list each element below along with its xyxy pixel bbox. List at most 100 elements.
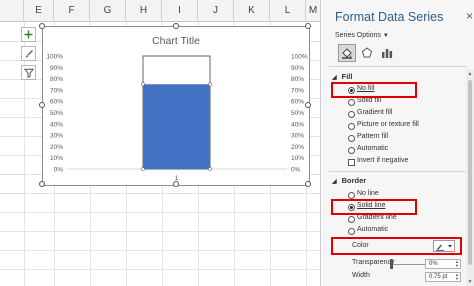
option-gradient-line[interactable]: Gradient line [357,214,397,221]
scroll-down-icon[interactable]: ▼ [466,278,474,286]
brush-icon [25,49,33,57]
resize-handle[interactable] [39,23,45,29]
radio-gradient-line[interactable] [348,216,355,223]
column-header[interactable]: M [306,0,320,22]
option-no-line[interactable]: No line [357,190,379,197]
pane-title: Format Data Series [335,10,444,24]
resize-handle[interactable] [173,181,179,187]
option-automatic-line[interactable]: Automatic [357,226,388,233]
spinner-arrows-icon[interactable]: ▲ ▼ [455,260,459,268]
left-axis-tick-label[interactable]: 40% [50,121,63,128]
column-header[interactable]: L [270,0,306,22]
data-bar[interactable] [143,84,210,169]
column-header[interactable]: H [126,0,162,22]
left-axis-tick-label[interactable]: 20% [50,144,63,151]
scroll-up-icon[interactable]: ▲ [466,70,474,78]
divider [329,171,467,172]
width-spinner[interactable]: 0.75 pt ▲ ▼ [425,272,461,282]
column-header[interactable]: G [90,0,126,22]
option-automatic-fill[interactable]: Automatic [357,145,388,152]
column-gridline [24,22,25,286]
spinner-arrows-icon[interactable]: ▲ ▼ [455,273,459,281]
plus-icon [24,30,33,39]
resize-handle[interactable] [39,181,45,187]
option-solid-fill[interactable]: Solid fill [357,97,381,104]
radio-pattern-fill[interactable] [348,135,355,142]
chart-elements-button[interactable] [21,27,36,42]
transparency-slider-thumb[interactable] [390,259,393,269]
left-axis-tick-label[interactable]: 80% [50,76,63,83]
option-no-fill[interactable]: No fill [357,85,375,92]
collapse-icon: ◢ [332,75,337,81]
selection-handle[interactable] [141,82,145,87]
series-options-icon [382,49,393,58]
radio-solid-fill[interactable] [348,99,355,106]
column-header[interactable]: E [24,0,54,22]
radio-no-fill[interactable] [348,87,355,94]
pane-scrollbar[interactable]: ▲ ▼ [466,70,474,286]
left-axis-tick-label[interactable]: 10% [50,155,63,162]
right-axis-tick-label[interactable]: 80% [291,76,304,83]
resize-handle[interactable] [305,23,311,29]
color-picker-button[interactable] [433,240,455,252]
right-axis-tick-label[interactable]: 40% [291,121,304,128]
resize-handle[interactable] [39,102,45,108]
right-axis-tick-label[interactable]: 20% [291,144,304,151]
scroll-thumb[interactable] [468,80,472,265]
fill-section-header[interactable]: ◢ Fill [332,72,352,81]
transparency-spinner[interactable]: 0% ▲ ▼ [425,259,461,269]
right-axis-tick-label[interactable]: 50% [291,110,304,117]
right-axis-tick-label[interactable]: 70% [291,87,304,94]
resize-handle[interactable] [305,181,311,187]
option-pattern-fill[interactable]: Pattern fill [357,133,388,140]
radio-no-line[interactable] [348,192,355,199]
invert-if-negative-label[interactable]: Invert if negative [357,157,408,164]
option-picture-fill[interactable]: Picture or texture fill [357,121,419,128]
series-options-label: Series Options [335,32,381,39]
radio-solid-line[interactable] [348,204,355,211]
close-icon[interactable]: × [466,9,473,23]
left-axis-tick-label[interactable]: 30% [50,133,63,140]
selection-handle[interactable] [141,167,145,171]
left-axis-tick-label[interactable]: 50% [50,110,63,117]
right-axis-tick-label[interactable]: 90% [291,65,304,72]
right-axis-tick-label[interactable]: 10% [291,155,304,162]
option-solid-line[interactable]: Solid line [357,202,385,209]
right-axis-tick-label[interactable]: 60% [291,99,304,106]
corner-cell[interactable] [0,0,24,22]
fill-line-tab[interactable] [338,44,356,62]
radio-automatic-line[interactable] [348,228,355,235]
radio-gradient-fill[interactable] [348,111,355,118]
effects-tab[interactable] [358,44,376,62]
chart-area[interactable]: Chart Title 0% 10% 20% 30% 40% 50% 60% 70% 80% 90… [39,23,311,187]
resize-handle[interactable] [173,23,179,29]
option-gradient-fill[interactable]: Gradient fill [357,109,392,116]
border-section-header[interactable]: ◢ Border [332,176,366,185]
chart-styles-button[interactable] [21,46,36,61]
left-axis-tick-label[interactable]: 0% [54,167,64,174]
chart-plot[interactable]: 0% 10% 20% 30% 40% 50% 60% 70% 80% 90% 100% 0% 10% 20… [43,27,311,187]
resize-handle[interactable] [305,102,311,108]
right-axis-tick-label[interactable]: 100% [291,54,308,61]
radio-picture-fill[interactable] [348,123,355,130]
chart-filters-button[interactable] [21,65,36,80]
selection-handle[interactable] [208,167,212,171]
pen-color-icon [436,244,452,251]
column-header[interactable]: J [198,0,234,22]
transparency-slider-track[interactable] [391,264,425,265]
radio-automatic-fill[interactable] [348,147,355,154]
left-axis-tick-label[interactable]: 60% [50,99,63,106]
series-options-dropdown[interactable]: Series Options ▼ [335,32,389,39]
left-axis-tick-label[interactable]: 100% [46,54,63,61]
column-header[interactable]: I [162,0,198,22]
invert-if-negative-checkbox[interactable] [348,159,355,166]
left-axis-tick-label[interactable]: 90% [50,65,63,72]
series-options-tab[interactable] [378,44,396,62]
selection-handle[interactable] [208,82,212,87]
left-axis-tick-label[interactable]: 70% [50,87,63,94]
column-header[interactable]: F [54,0,90,22]
right-axis-tick-label[interactable]: 30% [291,133,304,140]
column-header[interactable]: K [234,0,270,22]
row-gridline [0,269,320,270]
right-axis-tick-label[interactable]: 0% [291,167,301,174]
